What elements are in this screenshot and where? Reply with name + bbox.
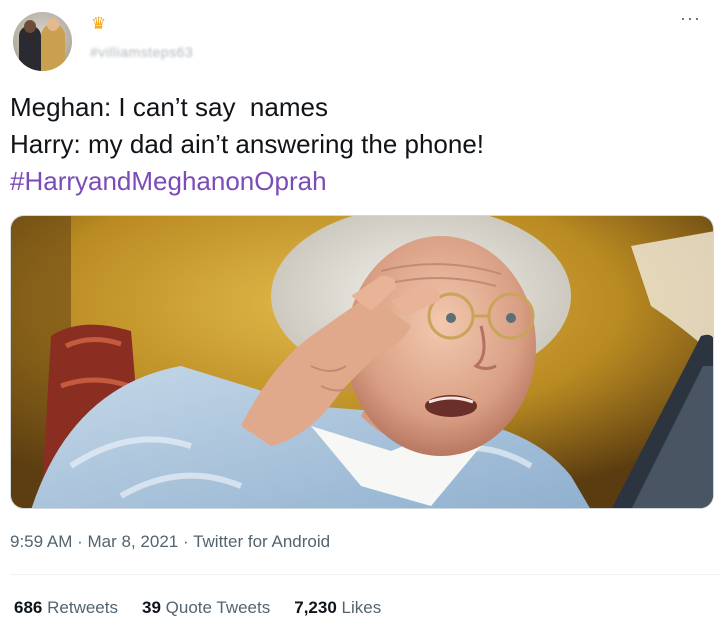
avatar-figure-right	[41, 24, 65, 71]
retweets-count: 686	[14, 598, 43, 617]
quote-tweets-count: 39	[141, 598, 161, 617]
tweet-text: Meghan: I can’t say names Harry: my dad …	[10, 89, 484, 200]
divider	[10, 574, 721, 575]
hashtag-link[interactable]: #HarryandMeghanonOprah	[10, 163, 484, 200]
author-handle[interactable]: #villiamsteps63	[90, 44, 193, 60]
grandma-photo-illustration	[11, 216, 713, 508]
meta-separator: ·	[182, 532, 189, 551]
tweet-line-2: Harry: my dad ain’t answering the phone!	[10, 129, 485, 159]
avatar-head-right	[47, 18, 59, 31]
likes-label: Likes	[341, 598, 382, 617]
tweet-line-1: Meghan: I can’t say names	[10, 92, 328, 122]
avatar[interactable]	[13, 12, 72, 71]
quote-tweets-label: Quote Tweets	[165, 598, 271, 617]
more-options-button[interactable]: ···	[680, 8, 701, 29]
tweet-time[interactable]: 9:59 AM	[10, 532, 72, 551]
retweets-stat[interactable]: 686 Retweets	[14, 598, 118, 618]
likes-count: 7,230	[294, 598, 337, 617]
tweet-source[interactable]: Twitter for Android	[193, 532, 330, 551]
tweet-meta: 9:59 AM · Mar 8, 2021 · Twitter for Andr…	[10, 532, 330, 552]
crown-icon: ♛	[91, 14, 107, 33]
tweet-photo[interactable]	[10, 215, 714, 509]
tweet-date[interactable]: Mar 8, 2021	[88, 532, 179, 551]
retweets-label: Retweets	[47, 598, 118, 617]
likes-stat[interactable]: 7,230 Likes	[294, 598, 381, 618]
meta-separator: ·	[77, 532, 83, 551]
quote-tweets-stat[interactable]: 39 Quote Tweets	[142, 598, 270, 618]
engagement-stats: 686 Retweets 39 Quote Tweets 7,230 Likes	[14, 598, 381, 618]
avatar-head-left	[24, 20, 36, 33]
